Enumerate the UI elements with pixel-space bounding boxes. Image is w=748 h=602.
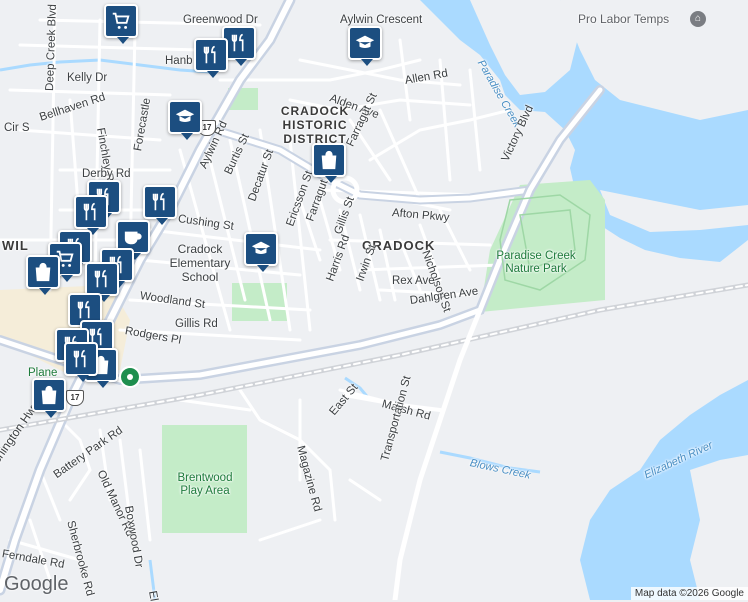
shopping-bag-icon[interactable] xyxy=(32,378,66,418)
route-17-shield-south: 17 xyxy=(66,390,84,406)
shopping-bag-icon[interactable] xyxy=(312,143,346,183)
shopping-bag-icon[interactable] xyxy=(26,255,60,295)
paradise-creek-nature-park-label: Paradise Creek Nature Park xyxy=(496,250,576,275)
school-icon[interactable] xyxy=(168,100,202,140)
restaurant-icon[interactable] xyxy=(143,185,177,225)
google-logo: Google xyxy=(4,573,69,595)
map-attribution[interactable]: Map data ©2026 Google xyxy=(630,587,748,600)
school-icon[interactable] xyxy=(348,26,382,66)
wil-label: WIL xyxy=(2,238,29,253)
rex-ave-label: Rex Ave xyxy=(392,275,435,287)
cir-s-label: Cir S xyxy=(4,122,30,134)
pro-labor-temps-icon[interactable]: ⌂ xyxy=(690,11,706,27)
aylwin-crescent-label: Aylwin Crescent xyxy=(340,14,423,26)
brentwood-play-area-label: Brentwood Play Area xyxy=(177,472,233,497)
green-place-marker-icon[interactable] xyxy=(119,366,141,388)
restaurant-icon[interactable] xyxy=(64,342,98,382)
hanb-label: Hanb xyxy=(165,55,193,67)
pro-labor-temps-label: Pro Labor Temps xyxy=(578,12,670,26)
el-label: El xyxy=(146,589,160,602)
kelly-dr-label: Kelly Dr xyxy=(67,72,108,84)
greenwood-dr-label: Greenwood Dr xyxy=(183,14,258,26)
cradock-elementary-label: Cradock Elementary School xyxy=(169,242,231,284)
restaurant-icon[interactable] xyxy=(194,38,228,78)
shopping-cart-icon[interactable] xyxy=(104,4,138,44)
restaurant-icon[interactable] xyxy=(85,262,119,302)
gillis-rd-label: Gillis Rd xyxy=(175,318,218,330)
map-canvas[interactable]: Greenwood Dr Aylwin Crescent Pro Labor T… xyxy=(0,0,748,602)
derby-rd-label: Derby Rd xyxy=(82,168,131,180)
restaurant-icon[interactable] xyxy=(74,195,108,235)
school-icon[interactable] xyxy=(244,232,278,272)
